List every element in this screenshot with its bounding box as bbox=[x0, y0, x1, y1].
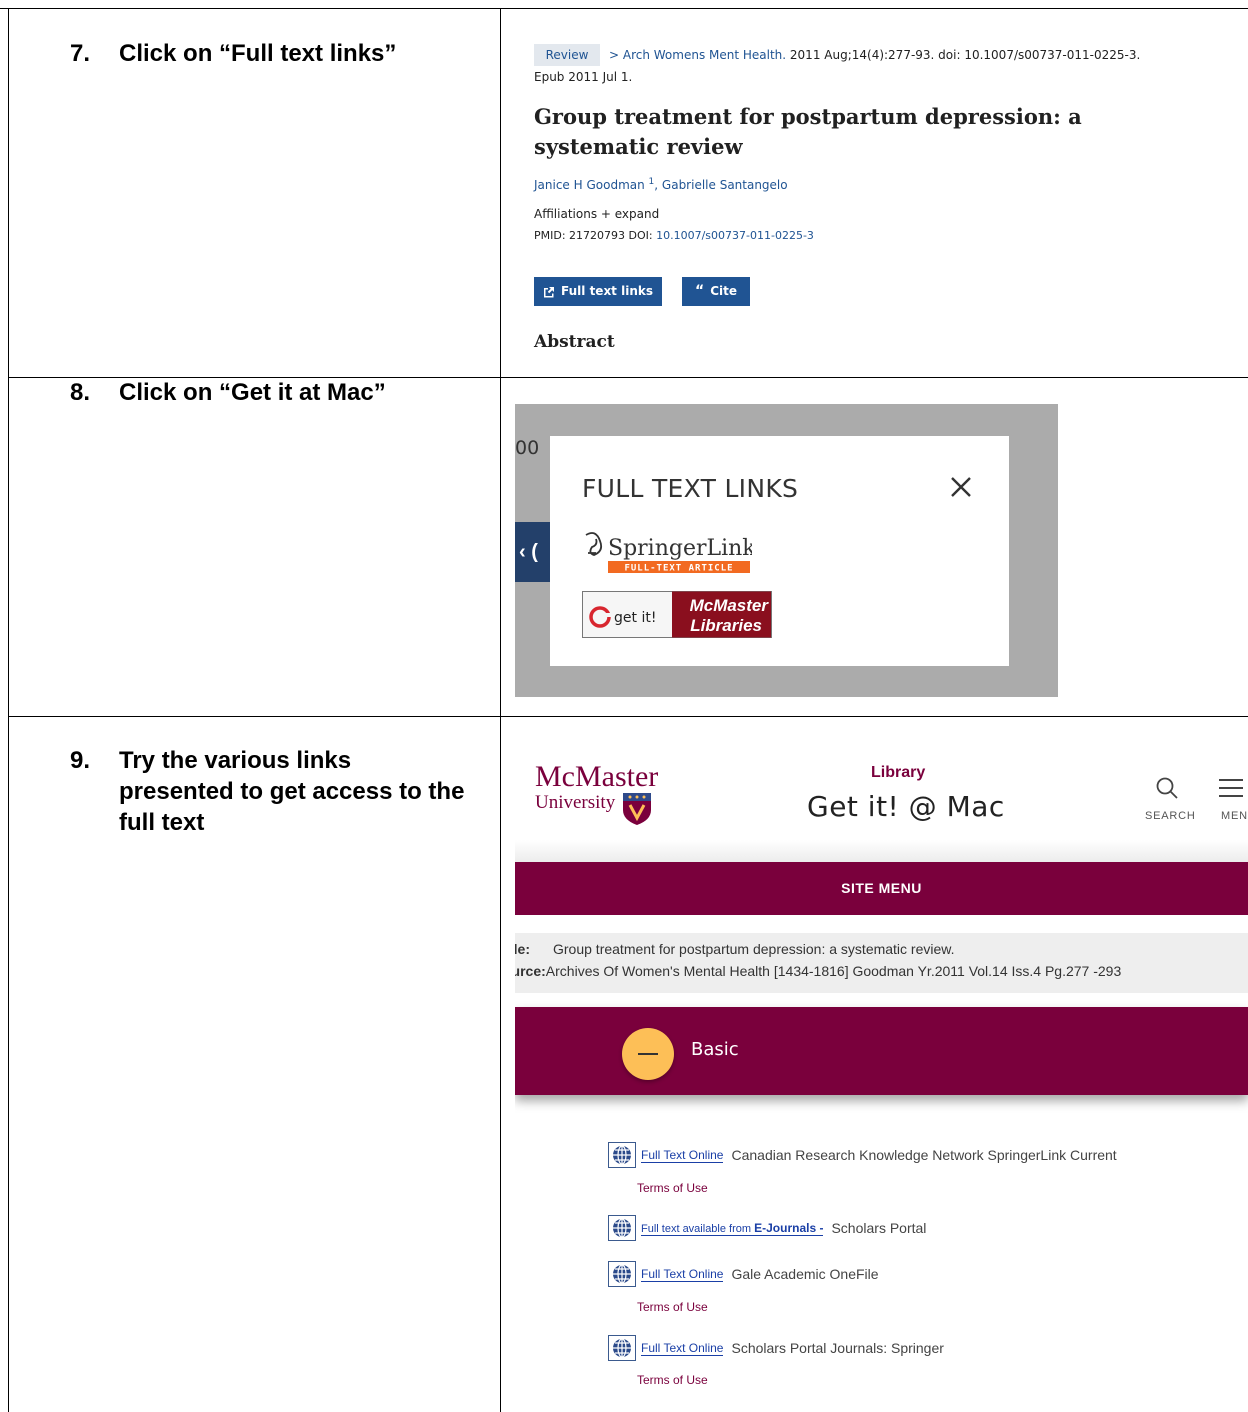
step-text: Click on “Get it at Mac” bbox=[119, 379, 386, 406]
header-shadow bbox=[515, 840, 1248, 862]
source-label: ource: bbox=[515, 963, 546, 979]
modal-overlay: 00 ‹ ( FULL TEXT LINKS SpringerLink FULL… bbox=[515, 404, 1058, 697]
page-title: Get it! @ Mac bbox=[807, 790, 1005, 823]
provider-name: Scholars Portal Journals: Springer bbox=[731, 1340, 944, 1356]
review-badge: Review bbox=[534, 44, 600, 66]
mcmaster-label: McMaster bbox=[690, 596, 770, 615]
identifiers: PMID: 21720793 DOI: 10.1007/s00737-011-0… bbox=[534, 229, 814, 242]
abstract-heading: Abstract bbox=[534, 332, 615, 352]
step-number: 7. bbox=[70, 40, 91, 67]
getit-mac-page: McMaster University Library Get it! @ Ma… bbox=[515, 740, 1248, 1408]
collapse-toggle-icon[interactable] bbox=[622, 1028, 674, 1080]
globe-icon[interactable] bbox=[608, 1215, 636, 1241]
author-link[interactable]: , Gabrielle Santangelo bbox=[654, 178, 787, 192]
library-label: Library bbox=[871, 764, 926, 781]
citation-details: 2011 Aug;14(4):277-93. doi: 10.1007/s007… bbox=[786, 48, 1141, 62]
cite-label: Cite bbox=[710, 284, 737, 298]
table-border-top bbox=[0, 8, 1248, 9]
logo-line-1: McMaster bbox=[535, 760, 659, 793]
external-link-icon bbox=[544, 286, 555, 297]
springer-name: SpringerLink bbox=[608, 536, 752, 561]
link-prefix: Full text available from bbox=[641, 1222, 755, 1235]
author-link[interactable]: Janice H Goodman bbox=[534, 178, 645, 192]
terms-of-use-link[interactable]: Terms of Use bbox=[637, 1373, 708, 1387]
title-value: Group treatment for postpartum depressio… bbox=[553, 941, 955, 957]
source-value: Archives Of Women's Mental Health [1434-… bbox=[545, 963, 1122, 979]
springerlink-logo[interactable]: SpringerLink FULL-TEXT ARTICLE bbox=[582, 531, 752, 575]
step-8-instruction: 8. Click on “Get it at Mac” bbox=[70, 377, 470, 408]
terms-of-use-link[interactable]: Terms of Use bbox=[637, 1300, 708, 1314]
full-text-online-link[interactable]: Full Text Online bbox=[641, 1267, 724, 1282]
quote-icon: “ bbox=[695, 283, 705, 299]
full-text-online-link[interactable]: Full Text Online bbox=[641, 1341, 724, 1356]
basic-section-header[interactable]: Basic bbox=[515, 1007, 1248, 1095]
e-journals-label: E-Journals - bbox=[754, 1220, 824, 1235]
step-9-instruction: 9. Try the various links presented to ge… bbox=[70, 745, 470, 838]
libraries-label: Libraries bbox=[690, 616, 762, 635]
dialog-title: FULL TEXT LINKS bbox=[582, 474, 799, 503]
step-text: Try the various links presented to get a… bbox=[119, 747, 465, 836]
close-icon[interactable] bbox=[946, 472, 976, 502]
e-journals-link[interactable]: Full text available from E-Journals - bbox=[641, 1220, 824, 1236]
full-text-online-link[interactable]: Full Text Online bbox=[641, 1148, 724, 1163]
full-text-link-row: Full Text Online Scholars Portal Journal… bbox=[608, 1333, 944, 1363]
citation-source-row: ource:Archives Of Women's Mental Health … bbox=[515, 963, 1121, 979]
globe-icon[interactable] bbox=[608, 1261, 636, 1287]
full-text-links-button[interactable]: Full text links bbox=[534, 277, 662, 306]
table-row-divider-2 bbox=[8, 716, 1248, 717]
affiliations-expand[interactable]: Affiliations + expand bbox=[534, 207, 659, 221]
provider-name: Scholars Portal bbox=[831, 1220, 927, 1236]
pmid-label: PMID: 21720793 DOI: bbox=[534, 229, 657, 242]
background-doi-fragment: 00 bbox=[515, 437, 540, 459]
globe-icon[interactable] bbox=[608, 1335, 636, 1361]
get-it-mcmaster-button[interactable]: get it! McMaster Libraries bbox=[582, 591, 772, 638]
full-text-links-dialog: FULL TEXT LINKS SpringerLink FULL-TEXT A… bbox=[550, 436, 1009, 666]
site-menu-bar[interactable]: SITE MENU bbox=[515, 862, 1248, 915]
author-list: Janice H Goodman 1, Gabrielle Santangelo bbox=[534, 177, 788, 192]
step-7-instruction: 7. Click on “Full text links” bbox=[70, 38, 470, 69]
full-text-link-row: Full text available from E-Journals - Sc… bbox=[608, 1213, 926, 1243]
full-text-links-label: Full text links bbox=[561, 284, 653, 298]
article-title: Group treatment for postpartum depressio… bbox=[534, 104, 1082, 159]
search-label[interactable]: SEARCH bbox=[1145, 810, 1196, 822]
citation-title-row: tle: Group treatment for postpartum depre… bbox=[515, 941, 955, 957]
step-text: Click on “Full text links” bbox=[119, 40, 397, 67]
table-column-divider bbox=[500, 8, 501, 1412]
full-text-link-row: Full Text Online Canadian Research Knowl… bbox=[608, 1140, 1117, 1170]
citation-panel: tle: Group treatment for postpartum depre… bbox=[515, 933, 1248, 993]
provider-name: Gale Academic OneFile bbox=[731, 1266, 879, 1282]
full-text-link-row: Full Text Online Gale Academic OneFile bbox=[608, 1259, 879, 1289]
search-icon[interactable] bbox=[1155, 776, 1179, 800]
journal-link[interactable]: > Arch Womens Ment Health. bbox=[609, 48, 786, 62]
menu-icon[interactable] bbox=[1219, 778, 1243, 798]
menu-label[interactable]: MENU bbox=[1221, 810, 1248, 822]
step-number: 8. bbox=[70, 379, 91, 406]
epub-date: Epub 2011 Jul 1. bbox=[534, 70, 633, 84]
globe-icon[interactable] bbox=[608, 1142, 636, 1168]
title-label: tle: bbox=[515, 941, 530, 957]
terms-of-use-link[interactable]: Terms of Use bbox=[637, 1181, 708, 1195]
provider-name: Canadian Research Knowledge Network Spri… bbox=[731, 1147, 1117, 1163]
basic-label: Basic bbox=[691, 1039, 739, 1060]
background-cite-button: ‹ ( bbox=[515, 522, 555, 582]
doi-link[interactable]: 10.1007/s00737-011-0225-3 bbox=[656, 229, 814, 242]
step-number: 9. bbox=[70, 747, 91, 774]
table-border-left bbox=[8, 8, 9, 1412]
springer-tag: FULL-TEXT ARTICLE bbox=[624, 564, 733, 574]
get-it-text: get it! bbox=[614, 610, 656, 626]
citation-breadcrumb: > Arch Womens Ment Health. 2011 Aug;14(4… bbox=[609, 44, 1140, 66]
mcmaster-crest-icon bbox=[623, 793, 651, 825]
cite-button[interactable]: “ Cite bbox=[682, 277, 750, 306]
